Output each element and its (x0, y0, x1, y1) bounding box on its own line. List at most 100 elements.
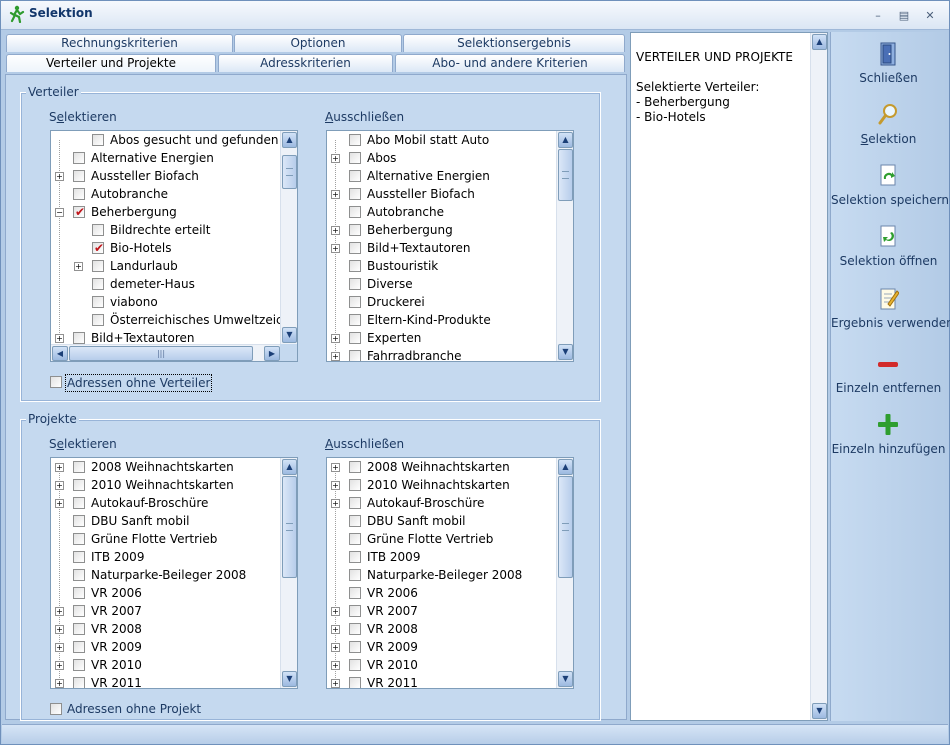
tree-item-checkbox[interactable] (349, 551, 361, 563)
scroll-thumb[interactable] (282, 155, 297, 189)
tree-item[interactable]: +2010 Weihnachtskarten (327, 476, 557, 494)
tree-item-checkbox[interactable] (349, 206, 361, 218)
tree-item-checkbox[interactable] (349, 623, 361, 635)
tree-item[interactable]: + Fahrradbranche (327, 347, 557, 361)
tab-verteiler-und-projekte[interactable]: Verteiler und Projekte (6, 54, 216, 72)
tree-item[interactable]: Grüne Flotte Vertrieb (327, 530, 557, 548)
tree-item-checkbox[interactable] (73, 533, 85, 545)
tree-item[interactable]: ITB 2009 (327, 548, 557, 566)
tree-item-checkbox[interactable] (73, 659, 85, 671)
tree-item[interactable]: + Autokauf-Broschüre (51, 494, 281, 512)
tree-item-checkbox[interactable] (73, 605, 85, 617)
tree-item-checkbox[interactable] (73, 170, 85, 182)
tree-item[interactable]: + VR 2007 (327, 602, 557, 620)
tree-item-checkbox[interactable] (349, 533, 361, 545)
verteiler-select-tree[interactable]: + Bild+Textautoren Österreichisches Umwelt… (50, 130, 298, 362)
expand-toggle-icon[interactable]: + (331, 226, 340, 235)
expand-toggle-icon[interactable]: + (55, 463, 64, 472)
verteiler-exclude-tree[interactable]: + Fahrradbranche + Experten Eltern-Kind-Prod… (326, 130, 574, 362)
scroll-thumb[interactable] (558, 149, 573, 201)
tree-item[interactable]: +2008 Weihnachtskarten (51, 458, 281, 476)
tab-optionen[interactable]: Optionen (234, 34, 402, 52)
expand-toggle-icon[interactable]: + (331, 154, 340, 163)
tree-item-checkbox[interactable] (73, 677, 85, 688)
tree-item[interactable]: + Aussteller Biofach (327, 185, 557, 203)
tree-item-checkbox[interactable] (349, 242, 361, 254)
tree-item[interactable]: + Landurlaub (51, 257, 281, 275)
tree-item-checkbox[interactable] (349, 314, 361, 326)
tree-item-checkbox[interactable] (92, 278, 104, 290)
tree-item-checkbox[interactable] (73, 515, 85, 527)
projekte-exclude-vscroll[interactable]: ▲ ▼ (556, 458, 573, 688)
action-plus-button[interactable]: Einzeln hinzufügen (831, 413, 946, 463)
tree-item[interactable]: + Experten (327, 329, 557, 347)
tree-item-checkbox[interactable] (73, 152, 85, 164)
action-minus-button[interactable]: Einzeln entfernen (831, 352, 946, 402)
tree-item-checkbox[interactable]: ✔ (73, 205, 85, 219)
tree-item-checkbox[interactable] (349, 332, 361, 344)
tree-item[interactable]: + Aussteller Biofach (51, 167, 281, 185)
scroll-up-button[interactable]: ▲ (558, 132, 573, 148)
tree-item[interactable]: − ✔ Beherbergung (51, 203, 281, 221)
tree-item[interactable]: + VR 2007 (51, 602, 281, 620)
tree-item[interactable]: Bustouristik (327, 257, 557, 275)
expand-toggle-icon[interactable]: + (55, 607, 64, 616)
tree-item[interactable]: + Abos (327, 149, 557, 167)
tree-item[interactable]: DBU Sanft mobil (327, 512, 557, 530)
tree-item-checkbox[interactable] (73, 623, 85, 635)
tree-item[interactable]: + VR 2011 (327, 674, 557, 688)
tree-item-checkbox[interactable] (92, 314, 104, 326)
projekte-select-vscroll[interactable]: ▲ ▼ (280, 458, 297, 688)
adressen-ohne-verteiler-checkbox[interactable] (50, 376, 62, 388)
title-bar[interactable]: Selektion – ▤ ✕ (1, 1, 949, 30)
expand-toggle-icon[interactable]: + (55, 643, 64, 652)
expand-toggle-icon[interactable]: + (55, 625, 64, 634)
tree-item[interactable]: DBU Sanft mobil (51, 512, 281, 530)
action-door-button[interactable]: Schließen (831, 42, 946, 92)
tree-item[interactable]: Naturparke-Beileger 2008 (327, 566, 557, 584)
tree-item[interactable]: + Beherbergung (327, 221, 557, 239)
tree-item[interactable]: ✔ Bio-Hotels (51, 239, 281, 257)
scroll-down-button[interactable]: ▼ (558, 344, 573, 360)
tree-item-checkbox[interactable] (73, 551, 85, 563)
tree-item[interactable]: Alternative Energien (51, 149, 281, 167)
tree-item[interactable]: + VR 2008 (51, 620, 281, 638)
tree-item-checkbox[interactable] (73, 497, 85, 509)
summary-vscroll[interactable]: ▲ ▼ (810, 33, 827, 720)
tree-item[interactable]: viabono (51, 293, 281, 311)
expand-toggle-icon[interactable]: + (331, 499, 340, 508)
tree-item-checkbox[interactable] (73, 569, 85, 581)
tree-item-checkbox[interactable] (349, 515, 361, 527)
tree-item-checkbox[interactable] (73, 641, 85, 653)
minimize-button[interactable]: – (871, 9, 885, 23)
expand-toggle-icon[interactable]: + (55, 334, 64, 343)
tree-item-checkbox[interactable] (349, 260, 361, 272)
tree-item[interactable]: Eltern-Kind-Produkte (327, 311, 557, 329)
tree-item-checkbox[interactable] (73, 332, 85, 344)
expand-toggle-icon[interactable]: + (331, 607, 340, 616)
adressen-ohne-projekt-checkbox[interactable] (50, 703, 62, 715)
expand-toggle-icon[interactable]: + (55, 661, 64, 670)
tree-item-checkbox[interactable] (349, 641, 361, 653)
scroll-up-button[interactable]: ▲ (558, 459, 573, 475)
scroll-up-button[interactable]: ▲ (282, 459, 297, 475)
tree-item-checkbox[interactable] (349, 659, 361, 671)
scroll-right-button[interactable]: ▶ (264, 346, 280, 361)
tree-item[interactable]: Autobranche (51, 185, 281, 203)
tree-item[interactable]: Diverse (327, 275, 557, 293)
expand-toggle-icon[interactable]: + (331, 625, 340, 634)
tree-item[interactable]: Alternative Energien (327, 167, 557, 185)
tree-item-checkbox[interactable] (349, 587, 361, 599)
tree-item[interactable]: Abos gesucht und gefunden (51, 131, 281, 149)
tree-item-checkbox[interactable] (349, 170, 361, 182)
tree-item-checkbox[interactable] (73, 587, 85, 599)
tree-item[interactable]: Abo Mobil statt Auto (327, 131, 557, 149)
tree-item[interactable]: + Autokauf-Broschüre (327, 494, 557, 512)
tree-item-checkbox[interactable] (92, 260, 104, 272)
scroll-down-button[interactable]: ▼ (282, 671, 297, 687)
expand-toggle-icon[interactable]: + (331, 190, 340, 199)
tree-item-checkbox[interactable] (349, 497, 361, 509)
tree-item[interactable]: + VR 2010 (51, 656, 281, 674)
scroll-up-button[interactable]: ▲ (812, 34, 827, 50)
tree-item-checkbox[interactable] (73, 479, 85, 491)
